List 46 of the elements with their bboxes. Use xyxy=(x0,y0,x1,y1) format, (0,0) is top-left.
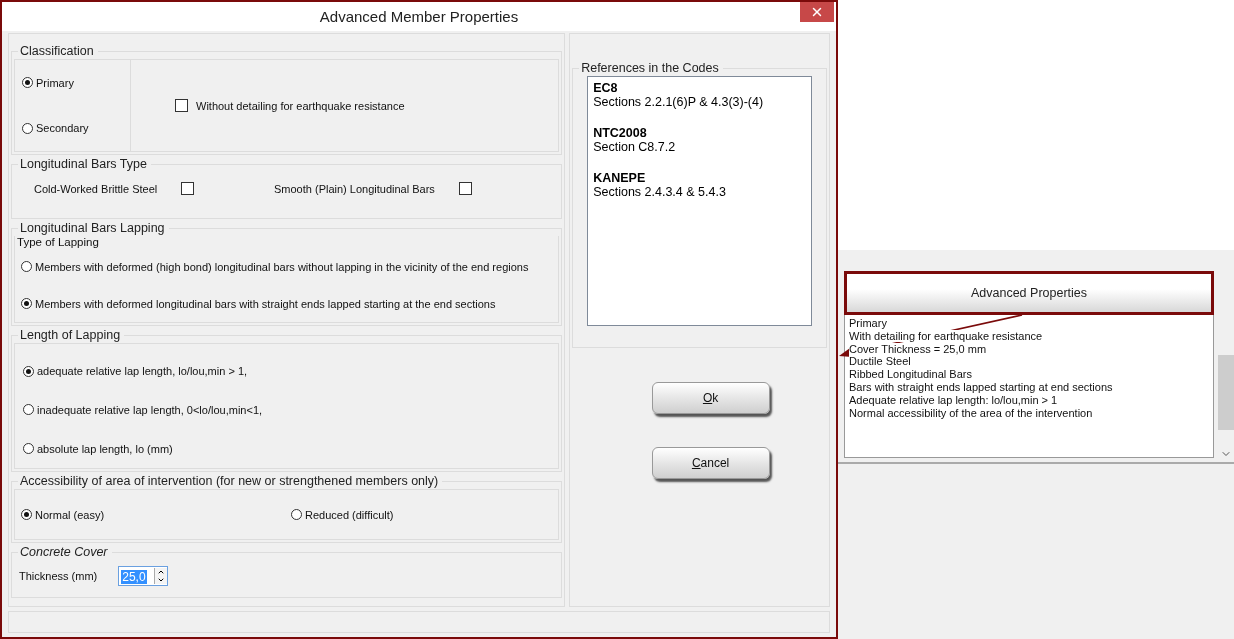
window-title: Advanced Member Properties xyxy=(318,8,520,25)
code-sections: Sections 2.2.1(6)P & 4.3(3)-(4) xyxy=(593,95,806,109)
group-title: Longitudinal Bars Lapping xyxy=(18,221,169,236)
advanced-properties-button[interactable]: Advanced Properties xyxy=(844,271,1214,315)
radio-option[interactable]: Normal (easy) xyxy=(21,508,291,521)
spin-down-button[interactable] xyxy=(155,576,168,584)
caret-up-icon xyxy=(157,568,166,576)
radio-icon[interactable] xyxy=(22,77,33,89)
spin-up-button[interactable] xyxy=(155,568,168,576)
checkbox[interactable] xyxy=(175,99,188,112)
field-label: Thickness (mm) xyxy=(19,570,98,582)
code-sections: Sections 2.4.3.4 & 5.4.3 xyxy=(593,185,806,199)
group-title: Longitudinal Bars Type xyxy=(18,157,151,172)
caret-down-icon xyxy=(157,576,166,584)
radio-option[interactable]: Members with deformed longitudinal bars with straight ends lapped starting at the end sections xyxy=(21,297,559,310)
code-name: NTC2008 xyxy=(593,126,648,140)
radio-option[interactable]: Secondary xyxy=(22,122,130,135)
radio-option[interactable]: absolute lap length, lo (mm) xyxy=(23,442,559,455)
radio-icon[interactable] xyxy=(22,122,33,134)
radio-icon[interactable] xyxy=(23,365,34,377)
radio-icon[interactable] xyxy=(21,509,32,520)
code-name: EC8 xyxy=(593,81,619,95)
checkbox[interactable] xyxy=(458,182,472,195)
radio-icon[interactable] xyxy=(291,509,302,520)
close-icon xyxy=(810,5,824,19)
subgroup-title: Type of Lapping xyxy=(16,236,100,248)
group-title: Accessibility of area of intervention (for new or strengthened members only) xyxy=(18,474,443,489)
radio-icon[interactable] xyxy=(23,443,34,455)
ok-button[interactable]: Ok xyxy=(651,382,770,414)
radio-option[interactable]: Reduced (difficult) xyxy=(291,508,394,521)
checkbox-label: Smooth (Plain) Longitudinal Bars xyxy=(274,182,435,195)
code-name: KANEPE xyxy=(593,171,647,185)
radio-option[interactable]: Primary xyxy=(22,76,130,89)
radio-option[interactable]: inadequate relative lap length, 0<lo/lou,min<1, xyxy=(23,404,559,416)
checkbox-label: Cold-Worked Brittle Steel xyxy=(34,182,158,195)
checkbox-label: Without detailing for earthquake resistance xyxy=(196,99,405,112)
checkbox[interactable] xyxy=(181,182,195,195)
radio-icon[interactable] xyxy=(21,261,32,272)
radio-icon[interactable] xyxy=(21,298,32,309)
radio-option[interactable]: adequate relative lap length, lo/lou,min > 1, xyxy=(23,365,559,378)
close-button[interactable] xyxy=(800,2,834,22)
radio-option[interactable]: Members with deformed (high bond) longitudinal bars without lapping in the vicinity of the end regions xyxy=(21,260,559,273)
code-sections: Section C8.7.2 xyxy=(593,140,806,154)
radio-icon[interactable] xyxy=(23,404,34,416)
group-title: Length of Lapping xyxy=(18,328,125,343)
cancel-button[interactable]: Cancel xyxy=(651,447,770,479)
